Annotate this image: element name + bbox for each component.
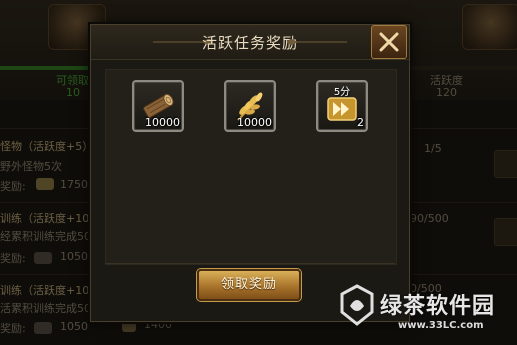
watermark-url: www.33LC.com	[398, 320, 484, 331]
dialog-header: 活跃任务奖励	[91, 25, 409, 60]
reward-item-wood[interactable]: 10000	[132, 80, 184, 132]
watermark: 绿茶软件园 www.33LC.com	[338, 282, 517, 340]
reward-quantity: 2	[357, 116, 364, 129]
dialog-title: 活跃任务奖励	[201, 34, 298, 52]
reward-list: 10000 10000 5分 2	[105, 69, 397, 265]
reward-quantity: 10000	[237, 116, 272, 129]
watermark-brand: 绿茶软件园	[380, 294, 496, 319]
watermark-logo-icon	[340, 284, 374, 326]
close-button[interactable]	[371, 25, 407, 59]
reward-quantity: 10000	[145, 116, 180, 129]
reward-item-speedup[interactable]: 5分 2	[316, 80, 368, 132]
close-icon	[379, 32, 399, 52]
claim-reward-button[interactable]: 领取奖励	[197, 269, 301, 301]
reward-dialog: 活跃任务奖励 10000 10000 5分 2 领取奖励	[90, 24, 410, 322]
header-ornament-icon	[287, 39, 347, 45]
reward-item-wheat[interactable]: 10000	[224, 80, 276, 132]
reward-duration: 5分	[333, 87, 351, 98]
dialog-divider	[105, 263, 395, 264]
